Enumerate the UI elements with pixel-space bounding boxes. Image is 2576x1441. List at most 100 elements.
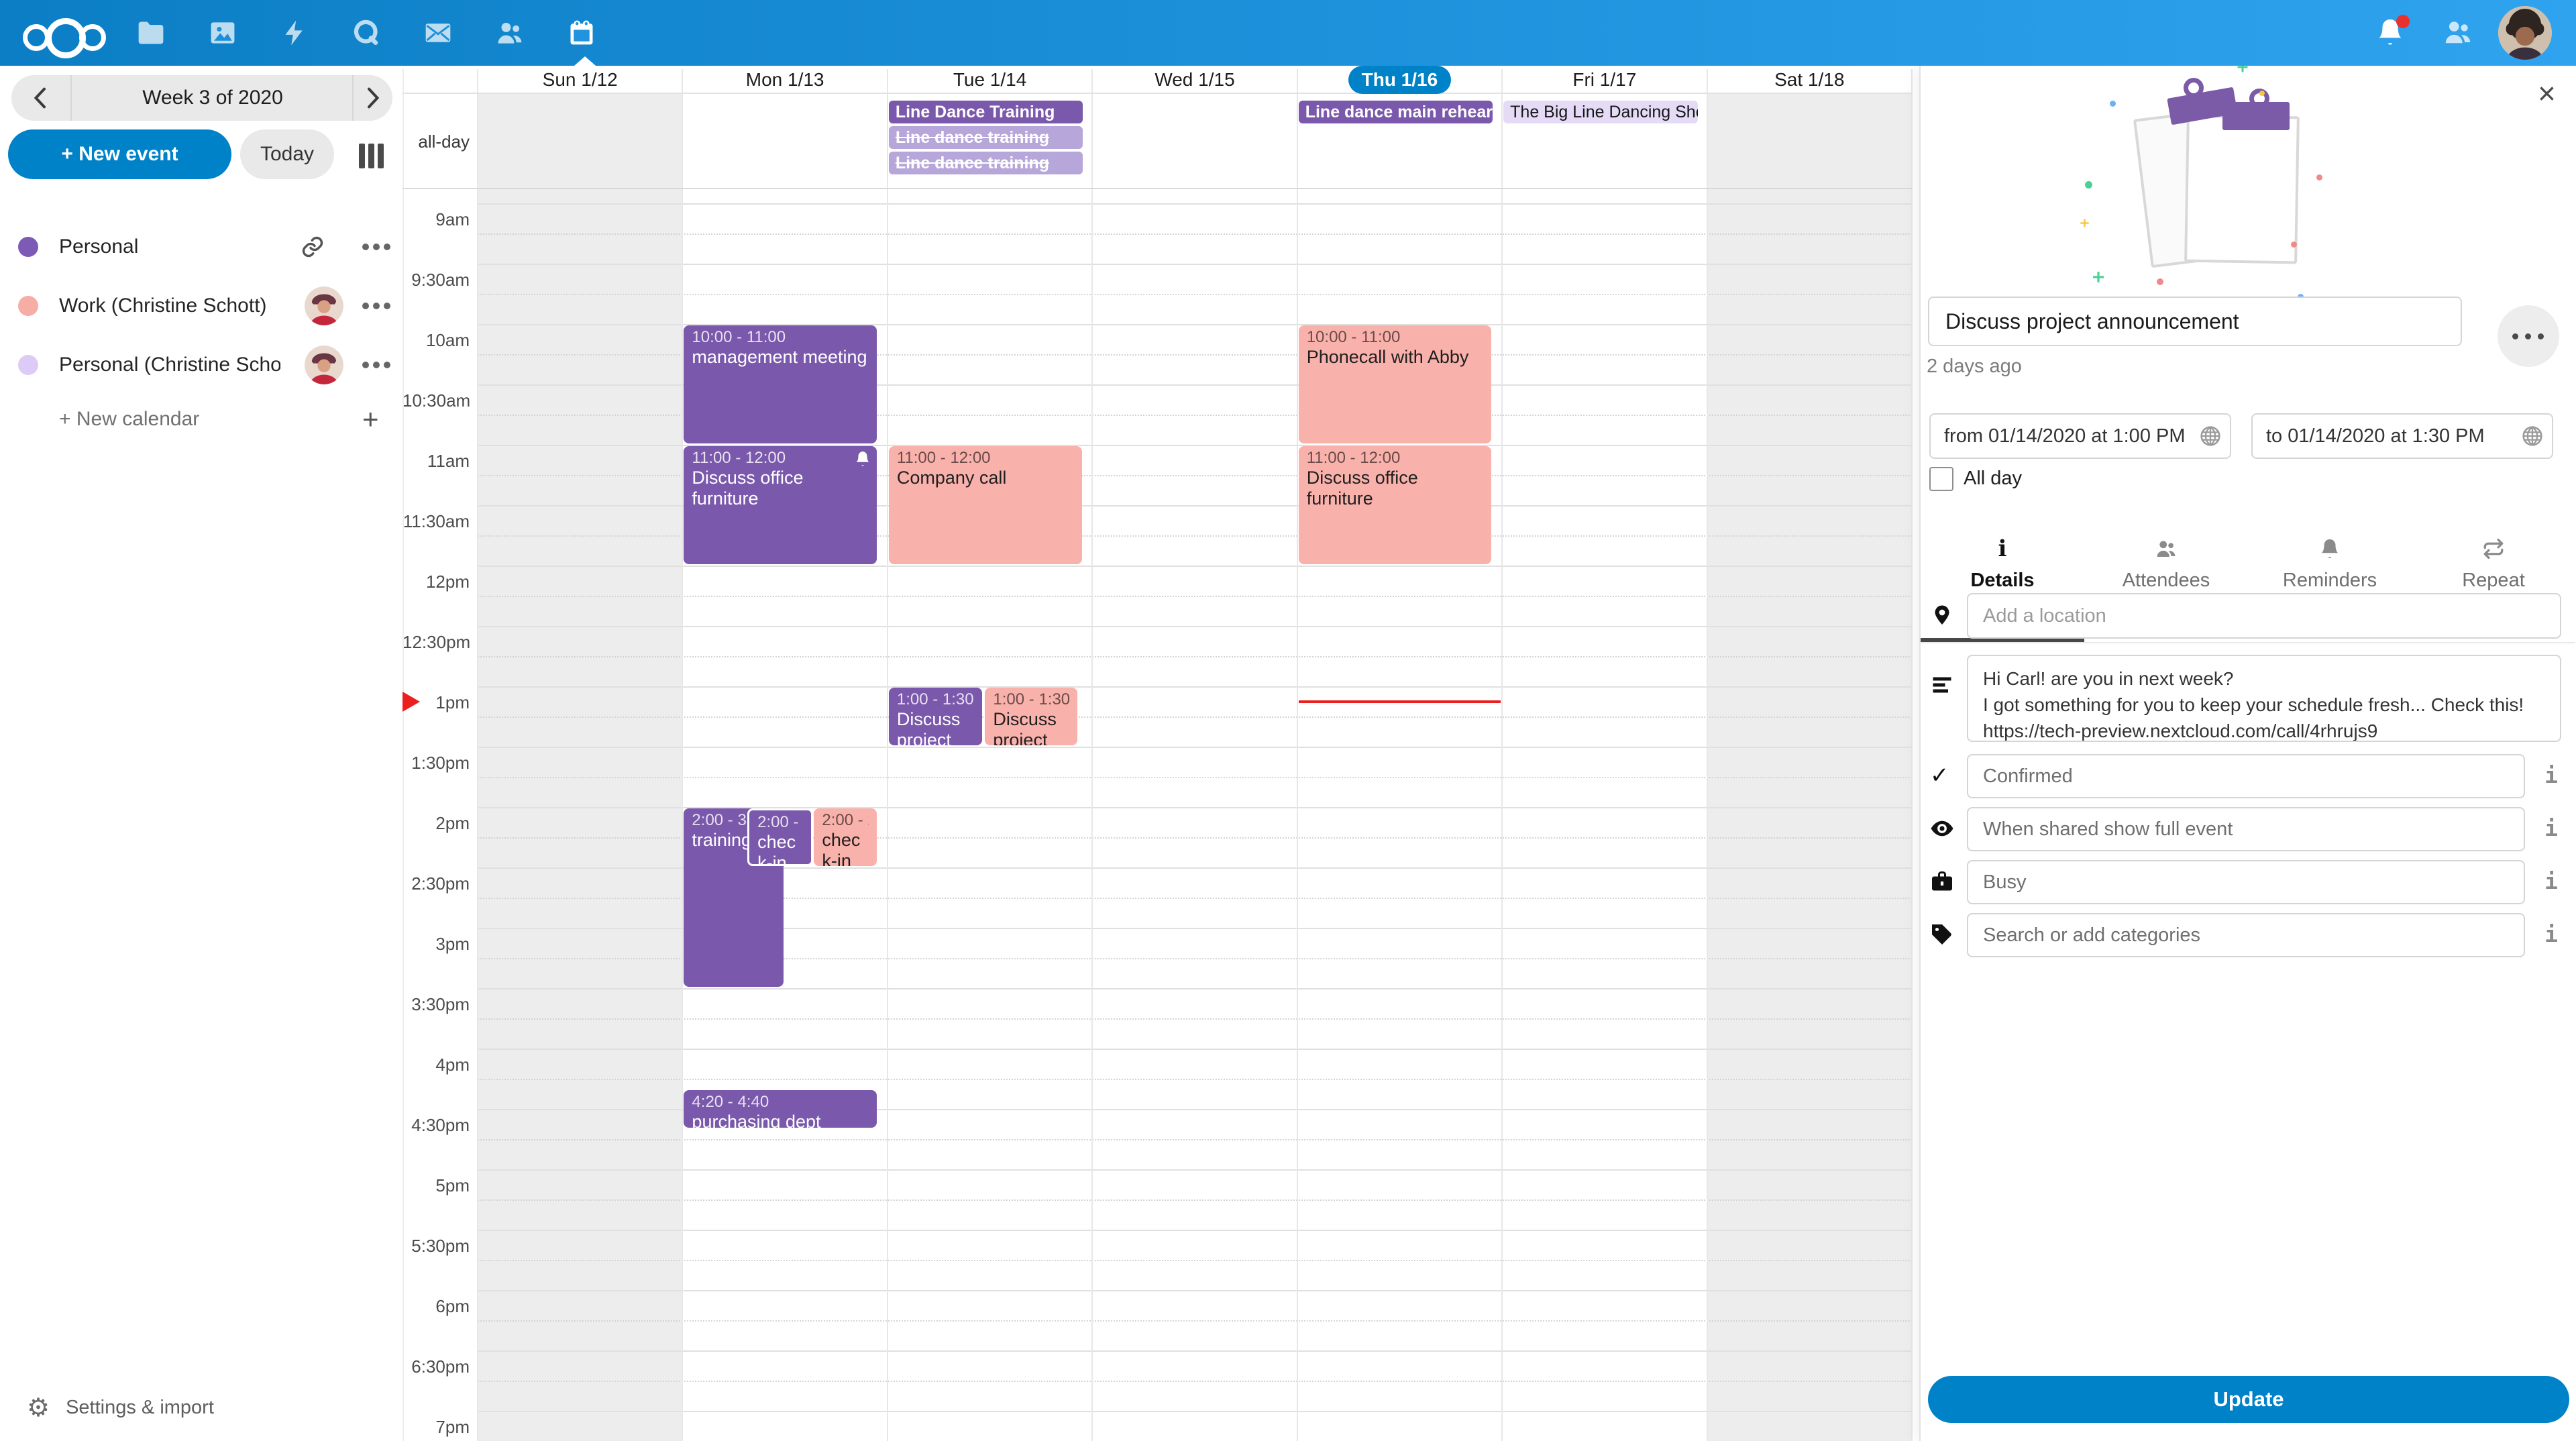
new-calendar-button[interactable]: + New calendar xyxy=(59,403,287,436)
photos-app-icon[interactable] xyxy=(208,18,237,48)
tag-icon xyxy=(1930,922,1954,947)
column-border xyxy=(682,69,683,1441)
all-day-event[interactable]: Line dance training xyxy=(889,152,1083,174)
quarter-grid-line xyxy=(478,1381,1912,1382)
day-header-mon[interactable]: Mon 1/13 xyxy=(682,66,887,94)
day-header-sun[interactable]: Sun 1/12 xyxy=(478,66,682,94)
calendar-list-item[interactable]: Personal xyxy=(0,223,402,270)
quarter-grid-line xyxy=(478,1018,1912,1020)
event-time: 2:00 - 2:30 xyxy=(822,811,869,830)
talk-app-icon[interactable] xyxy=(352,18,381,48)
now-indicator-arrow xyxy=(402,692,420,712)
time-axis-label: 5pm xyxy=(402,1175,470,1196)
quarter-grid-line xyxy=(478,656,1912,657)
hour-grid-line xyxy=(478,626,1912,627)
quarter-grid-line xyxy=(478,1139,1912,1140)
day-header-thu[interactable]: Thu 1/16 xyxy=(1297,66,1502,94)
tag-select[interactable]: Search or add categories xyxy=(1967,913,2525,957)
timezone-globe-icon[interactable] xyxy=(2521,425,2544,447)
previous-week-button[interactable] xyxy=(28,85,54,111)
quarter-grid-line xyxy=(478,294,1912,295)
calendar-event[interactable]: 2:00 - 2:30check-in xyxy=(747,808,813,866)
event-title-input[interactable] xyxy=(1928,297,2462,346)
calendar-name: Personal (Christine Scho…) xyxy=(59,341,280,388)
calendar-list-item[interactable]: Personal (Christine Scho…) xyxy=(0,341,402,388)
description-textarea[interactable]: Hi Carl! are you in next week? I got som… xyxy=(1967,655,2561,742)
column-border xyxy=(1297,69,1298,1441)
day-header-fri[interactable]: Fri 1/17 xyxy=(1502,66,1707,94)
all-day-border xyxy=(402,188,1912,189)
new-calendar-plus-icon[interactable]: + xyxy=(362,403,379,436)
next-week-button[interactable] xyxy=(359,85,386,111)
update-button[interactable]: Update xyxy=(1928,1376,2569,1423)
close-icon[interactable]: × xyxy=(2538,78,2556,109)
day-header-label: Fri 1/17 xyxy=(1572,69,1636,91)
new-event-button[interactable]: + New event xyxy=(8,129,231,179)
avatar-portrait xyxy=(2498,6,2552,60)
more-options-icon[interactable] xyxy=(362,303,393,309)
quarter-grid-line xyxy=(478,716,1912,718)
view-mode-toggle-icon[interactable] xyxy=(359,144,386,169)
calendar-name: Work (Christine Schott) xyxy=(59,282,280,329)
logo-circle-right xyxy=(79,24,106,51)
today-button[interactable]: Today xyxy=(240,129,334,179)
calendar-app-icon[interactable] xyxy=(567,18,596,48)
quarter-grid-line xyxy=(478,233,1912,235)
location-input[interactable] xyxy=(1967,593,2561,639)
day-header-tue[interactable]: Tue 1/14 xyxy=(888,66,1092,94)
check-select[interactable]: Confirmed xyxy=(1967,754,2525,798)
info-icon[interactable]: i xyxy=(2541,762,2561,788)
all-day-event[interactable]: Line dance main rehearsal xyxy=(1299,101,1493,123)
share-link-icon[interactable] xyxy=(301,235,325,259)
mail-app-icon[interactable] xyxy=(423,18,453,48)
quarter-grid-line xyxy=(478,777,1912,778)
eye-select[interactable]: When shared show full event xyxy=(1967,807,2525,851)
all-day-event[interactable]: Line dance training xyxy=(889,126,1083,149)
calendar-event[interactable]: 10:00 - 11:00Phonecall with Abby xyxy=(1299,325,1492,443)
briefcase-select[interactable]: Busy xyxy=(1967,860,2525,904)
day-header-wed[interactable]: Wed 1/15 xyxy=(1092,66,1297,94)
time-axis-label: 4:30pm xyxy=(402,1115,470,1136)
calendar-event[interactable]: 11:00 - 12:00Company call xyxy=(889,446,1082,564)
end-datetime-input[interactable] xyxy=(2251,413,2553,459)
all-day-event[interactable]: Line Dance Training xyxy=(889,101,1083,123)
now-indicator-line xyxy=(1299,700,1501,703)
user-avatar[interactable] xyxy=(2498,6,2552,60)
check-icon: ✓ xyxy=(1930,763,1954,788)
calendar-event[interactable]: 11:00 - 12:00Discuss office furniture xyxy=(684,446,877,564)
contacts-menu-icon[interactable] xyxy=(2443,17,2473,48)
hour-grid-line xyxy=(478,747,1912,748)
settings-import-button[interactable]: ⚙Settings & import xyxy=(27,1393,214,1430)
event-title: Discuss office furniture xyxy=(692,468,869,509)
more-options-icon[interactable] xyxy=(362,244,393,250)
day-header-sat[interactable]: Sat 1/18 xyxy=(1707,66,1912,94)
info-icon[interactable]: i xyxy=(2541,815,2561,841)
contacts-app-icon[interactable] xyxy=(495,18,525,48)
tab-label: Reminders xyxy=(2248,570,2412,592)
all-day-event[interactable]: The Big Line Dancing Show xyxy=(1503,101,1697,123)
last-modified-label: 2 days ago xyxy=(1927,356,2022,378)
start-datetime-input[interactable] xyxy=(1929,413,2231,459)
calendar-event[interactable]: 11:00 - 12:00Discuss office furniture xyxy=(1299,446,1492,564)
all-day-checkbox[interactable] xyxy=(1929,467,1953,491)
calendar-event[interactable]: 10:00 - 11:00management meeting xyxy=(684,325,877,443)
time-axis-label: 5:30pm xyxy=(402,1236,470,1257)
calendar-event[interactable]: 1:00 - 1:30Discuss project xyxy=(985,688,1077,745)
event-illustration xyxy=(2122,74,2377,275)
event-actions-menu-button[interactable] xyxy=(2498,305,2559,367)
calendar-event[interactable]: 2:00 - 2:30check-in xyxy=(814,808,877,866)
time-axis-label: 11am xyxy=(402,451,470,472)
more-options-icon[interactable] xyxy=(362,362,393,368)
calendar-list-item[interactable]: Work (Christine Schott) xyxy=(0,282,402,329)
info-icon[interactable]: i xyxy=(2541,921,2561,947)
column-border xyxy=(1091,69,1093,1441)
owner-avatar xyxy=(305,345,343,384)
week-label: Week 3 of 2020 xyxy=(72,75,354,121)
activity-app-icon[interactable] xyxy=(280,18,309,48)
location-pin-icon xyxy=(1930,602,1954,627)
timezone-globe-icon[interactable] xyxy=(2199,425,2222,447)
calendar-event[interactable]: 1:00 - 1:30Discuss project announcement xyxy=(889,688,983,745)
files-app-icon[interactable] xyxy=(136,18,166,48)
info-icon[interactable]: i xyxy=(2541,868,2561,894)
calendar-event[interactable]: 4:20 - 4:40purchasing dept xyxy=(684,1090,877,1128)
